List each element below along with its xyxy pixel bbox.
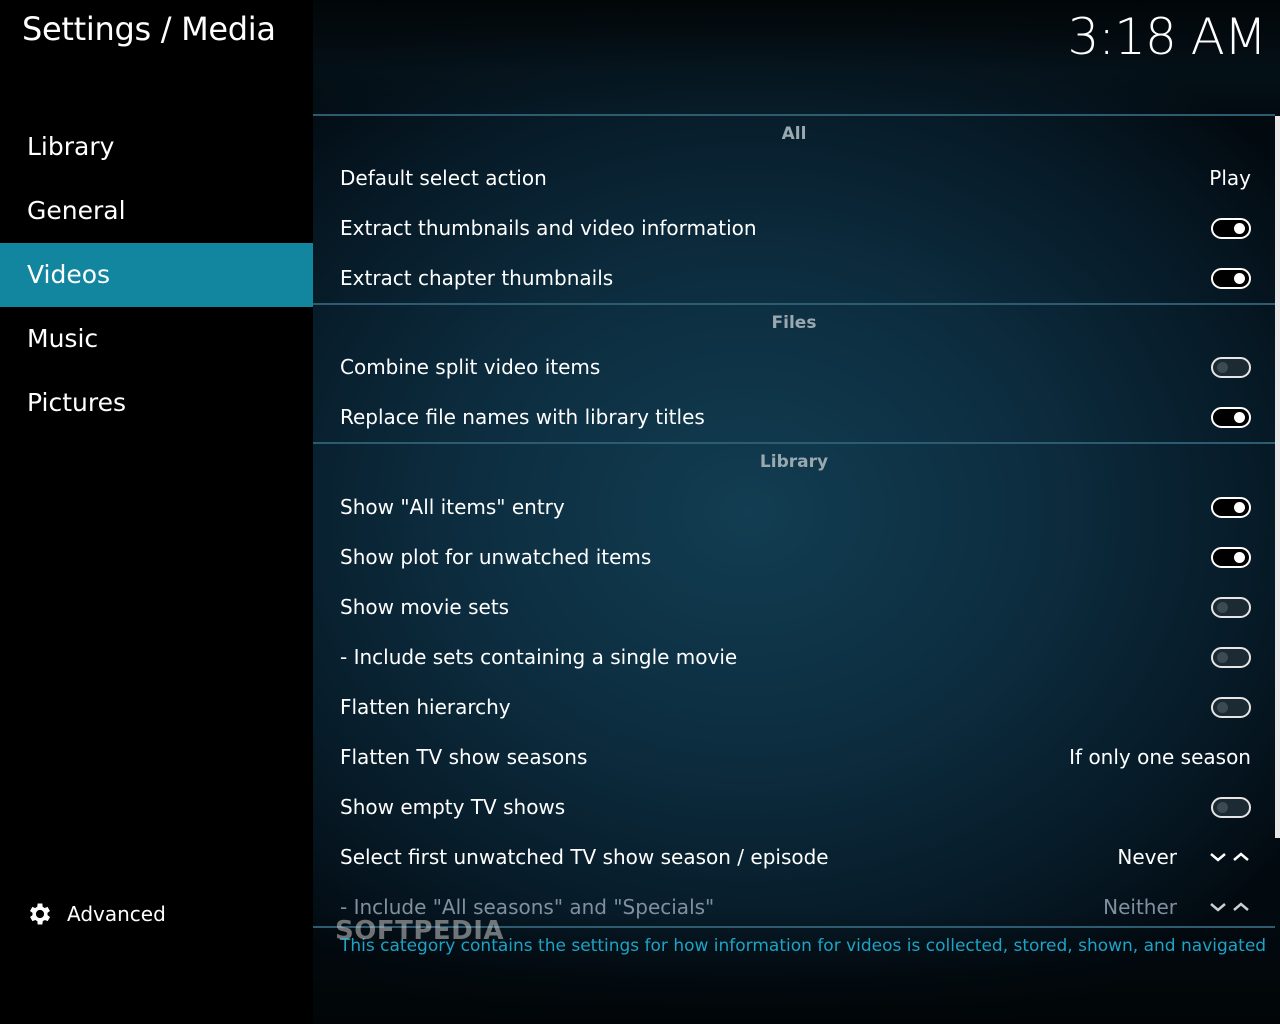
toggle-switch-on[interactable] <box>1211 546 1251 568</box>
setting-label: Show empty TV shows <box>340 795 566 819</box>
kodi-settings-window: Settings / Media Library General Videos … <box>0 0 1280 1024</box>
setting-flatten-tv-seasons[interactable]: Flatten TV show seasons If only one seas… <box>313 732 1275 782</box>
setting-label: Extract chapter thumbnails <box>340 266 614 290</box>
setting-select-first-unwatched[interactable]: Select first unwatched TV show season / … <box>313 832 1275 882</box>
chevron-up-icon[interactable] <box>1231 850 1251 864</box>
setting-label: Extract thumbnails and video information <box>340 216 757 240</box>
toggle-switch-off[interactable] <box>1211 356 1251 378</box>
sidebar-item-videos[interactable]: Videos <box>0 243 313 307</box>
toggle-switch-on[interactable] <box>1211 406 1251 428</box>
setting-include-single-sets[interactable]: - Include sets containing a single movie <box>313 632 1275 682</box>
setting-replace-file-names[interactable]: Replace file names with library titles <box>313 392 1275 442</box>
toggle-switch-on[interactable] <box>1211 267 1251 289</box>
setting-label: Replace file names with library titles <box>340 405 705 429</box>
clock: 3:18 AM <box>1067 8 1267 66</box>
toggle-switch-off[interactable] <box>1211 596 1251 618</box>
scrollbar[interactable] <box>1275 116 1280 838</box>
toggle-switch-on[interactable] <box>1211 496 1251 518</box>
section-header-files: Files <box>771 313 817 333</box>
toggle-switch-on[interactable] <box>1211 217 1251 239</box>
chevron-down-icon[interactable] <box>1208 900 1228 914</box>
chevron-down-icon[interactable] <box>1208 850 1228 864</box>
sidebar-item-general[interactable]: General <box>0 179 313 243</box>
setting-label: Show "All items" entry <box>340 495 565 519</box>
setting-show-plot[interactable]: Show plot for unwatched items <box>313 532 1275 582</box>
page-title: Settings / Media <box>22 10 276 48</box>
toggle-switch-off[interactable] <box>1211 796 1251 818</box>
setting-label: Show plot for unwatched items <box>340 545 652 569</box>
section-header-all: All <box>781 124 807 144</box>
setting-label: Show movie sets <box>340 595 510 619</box>
advanced-settings-button[interactable]: Advanced <box>26 898 166 930</box>
setting-value: Never <box>1117 845 1177 869</box>
setting-label: Flatten hierarchy <box>340 695 511 719</box>
spin-control <box>1205 850 1251 864</box>
setting-label: - Include sets containing a single movie <box>340 645 738 669</box>
setting-show-all-items[interactable]: Show "All items" entry <box>313 482 1275 532</box>
setting-value: Play <box>1209 166 1251 190</box>
setting-value: Neither <box>1103 895 1177 919</box>
spin-control <box>1205 900 1251 914</box>
toggle-switch-off[interactable] <box>1211 696 1251 718</box>
settings-panel: 3:18 AM All Default select action Play E… <box>313 0 1280 1024</box>
advanced-label: Advanced <box>67 902 166 926</box>
setting-extract-chapter-thumbnails[interactable]: Extract chapter thumbnails <box>313 253 1275 303</box>
settings-list: All Default select action Play Extract t… <box>313 116 1275 926</box>
chevron-up-icon[interactable] <box>1231 900 1251 914</box>
sidebar-nav: Library General Videos Music Pictures <box>0 115 313 435</box>
setting-combine-split[interactable]: Combine split video items <box>313 342 1275 392</box>
section-header-library: Library <box>759 452 829 472</box>
setting-label: Select first unwatched TV show season / … <box>340 845 829 869</box>
setting-label: Default select action <box>340 166 547 190</box>
setting-extract-thumbnails[interactable]: Extract thumbnails and video information <box>313 203 1275 253</box>
toggle-switch-off[interactable] <box>1211 646 1251 668</box>
setting-show-empty-tv[interactable]: Show empty TV shows <box>313 782 1275 832</box>
sidebar-item-pictures[interactable]: Pictures <box>0 371 313 435</box>
setting-flatten-hierarchy[interactable]: Flatten hierarchy <box>313 682 1275 732</box>
sidebar-item-library[interactable]: Library <box>0 115 313 179</box>
setting-label: Combine split video items <box>340 355 601 379</box>
watermark: SOFTPEDIA <box>335 916 505 946</box>
sidebar-item-music[interactable]: Music <box>0 307 313 371</box>
sidebar: Settings / Media Library General Videos … <box>0 0 313 1024</box>
gear-icon <box>29 903 51 925</box>
setting-label: Flatten TV show seasons <box>340 745 588 769</box>
setting-default-select-action[interactable]: Default select action Play <box>313 153 1275 203</box>
setting-show-movie-sets[interactable]: Show movie sets <box>313 582 1275 632</box>
setting-value: If only one season <box>1069 745 1251 769</box>
